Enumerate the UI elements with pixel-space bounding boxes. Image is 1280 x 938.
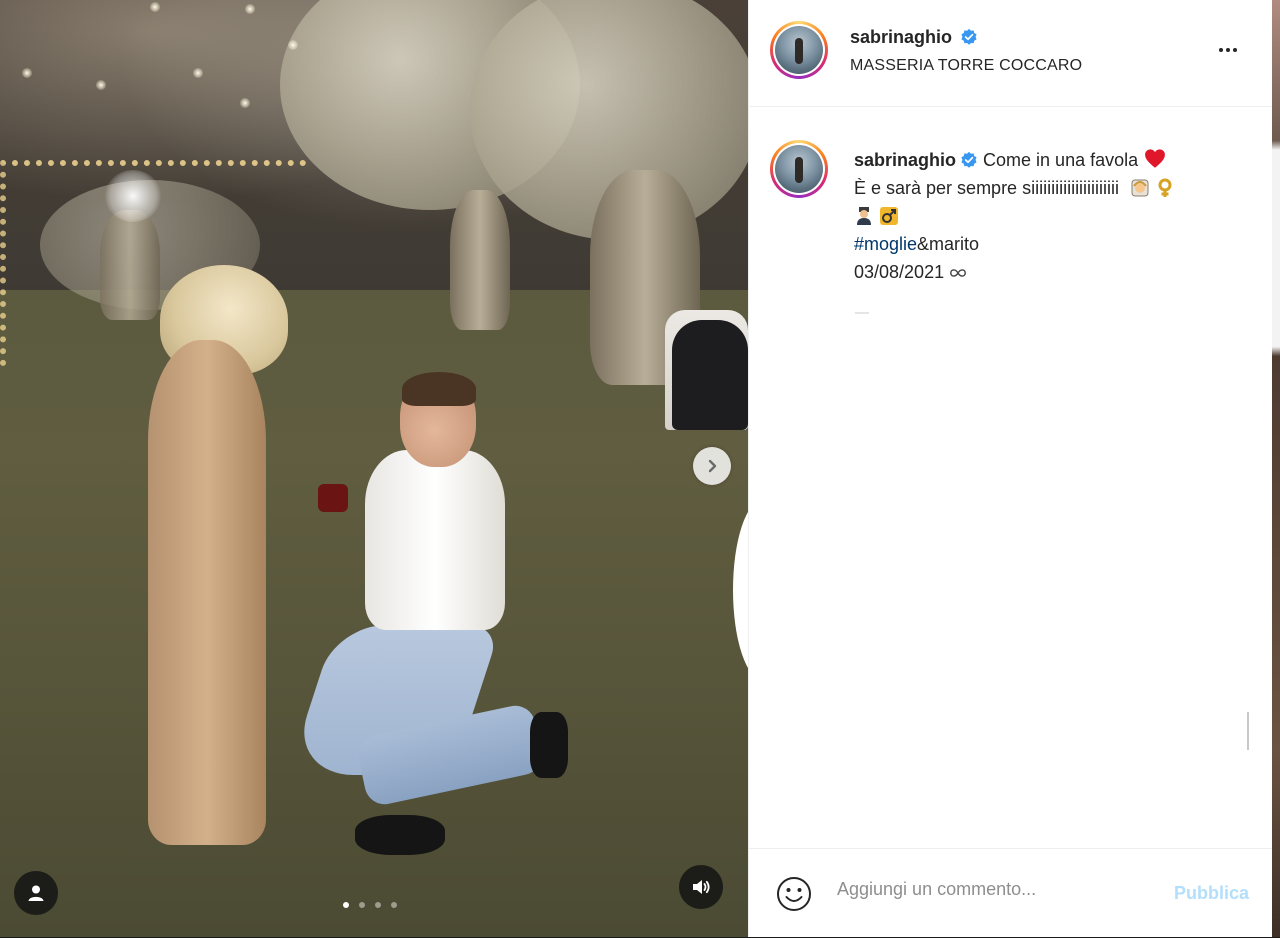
string-light: [96, 80, 106, 90]
avatar-photo: [775, 26, 823, 74]
string-light: [245, 4, 255, 14]
groom-emoji-icon: [857, 207, 871, 225]
chevron-right-icon: [708, 459, 717, 473]
post-details-panel: sabrinaghio MASSERIA TORRE COCCARO sabri…: [748, 0, 1273, 937]
scrollbar-fragment: [1247, 712, 1249, 750]
caption-author-avatar[interactable]: [770, 140, 828, 198]
caption-line-4: #moglie&marito: [854, 230, 1254, 258]
string-light: [288, 40, 298, 50]
audio-toggle-button[interactable]: [679, 865, 723, 909]
author-avatar[interactable]: [770, 21, 828, 79]
man-shirt: [365, 450, 505, 630]
carousel-dot: [343, 902, 349, 908]
post-header: sabrinaghio MASSERIA TORRE COCCARO: [749, 0, 1273, 107]
man-hair: [402, 372, 476, 406]
user-icon: [28, 885, 44, 901]
caption-username[interactable]: sabrinaghio: [854, 150, 956, 170]
post-caption: sabrinaghio Come in una favola È e sarà …: [854, 146, 1254, 286]
caption-text: &marito: [917, 234, 980, 254]
ring-box: [318, 484, 348, 512]
caption-line-2: È e sarà per sempre siiiiiiiiiiiiiiiiiii…: [854, 174, 1254, 202]
infinity-emoji-icon: [950, 269, 967, 277]
avatar-photo: [775, 145, 823, 193]
author-username[interactable]: sabrinaghio: [850, 27, 952, 47]
post-media[interactable]: [0, 0, 748, 937]
caption-text: Come in una favola: [983, 150, 1139, 170]
bride-emoji-icon: [1131, 179, 1149, 197]
caption-line-3: [854, 202, 1254, 230]
chandelier: [105, 170, 161, 222]
caption-line-1: sabrinaghio Come in una favola: [854, 146, 1254, 174]
caption-line-5: 03/08/2021: [854, 258, 1254, 286]
more-dot: [1226, 48, 1230, 52]
carousel-dot: [375, 902, 381, 908]
truncated-text-remnant: [855, 312, 869, 314]
string-light: [240, 98, 250, 108]
string-light: [150, 2, 160, 12]
female-sign-emoji-icon: [1158, 178, 1172, 197]
verified-badge-icon: [961, 28, 978, 45]
caption-date: 03/08/2021: [854, 262, 945, 282]
comment-bar: Pubblica: [749, 848, 1273, 938]
man-shoe: [530, 712, 568, 778]
background-page-edge: [1272, 0, 1280, 937]
post-location[interactable]: MASSERIA TORRE COCCARO: [850, 57, 1082, 75]
tagged-users-button[interactable]: [14, 871, 58, 915]
more-dot: [1233, 48, 1237, 52]
heart-emoji-icon: [1145, 149, 1166, 168]
woman-figure: [148, 340, 266, 845]
carousel-indicator: [343, 902, 397, 908]
caption-text: È e sarà per sempre siiiiiiiiiiiiiiiiiii…: [854, 178, 1120, 198]
olive-tree-trunk: [450, 190, 510, 330]
carousel-dot: [391, 902, 397, 908]
more-dot: [1219, 48, 1223, 52]
verified-badge-icon: [961, 151, 977, 168]
seated-guest: [672, 320, 748, 430]
publish-button[interactable]: Pubblica: [1174, 883, 1249, 904]
string-light: [22, 68, 32, 78]
more-options-button[interactable]: [1213, 40, 1243, 60]
male-sign-emoji-icon: [880, 207, 899, 225]
man-shoe: [355, 815, 445, 855]
hashtag-link[interactable]: #moglie: [854, 234, 917, 254]
comment-input[interactable]: [837, 879, 1147, 900]
string-light: [193, 68, 203, 78]
speaker-icon: [693, 880, 710, 894]
emoji-picker-icon[interactable]: [775, 875, 813, 913]
carousel-dot: [359, 902, 365, 908]
next-slide-button[interactable]: [693, 447, 731, 485]
